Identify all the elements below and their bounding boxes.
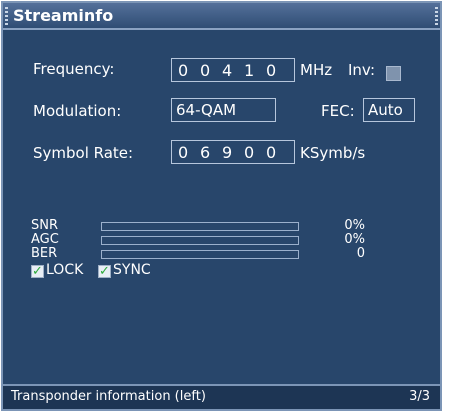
frequency-label: Frequency: [33,60,115,78]
symbol-rate-digit: 0 [244,142,255,162]
lock-check-icon: ✓ [31,264,44,279]
lock-label: LOCK [46,262,84,278]
ber-label: BER [31,246,58,261]
fec-field[interactable]: Auto [363,98,415,122]
snr-bar [101,222,299,231]
left-grip-icon [5,7,8,25]
inversion-label: Inv: [348,61,376,79]
symbol-rate-digit: 0 [266,142,277,162]
modulation-field[interactable]: 64-QAM [171,98,276,122]
ber-bar [101,250,299,259]
frequency-digit: 1 [244,60,255,80]
snr-label: SNR [31,218,59,233]
symbol-rate-unit: KSymb/s [300,144,366,162]
symbol-rate-digit: 9 [222,142,233,162]
snr-value: 0% [344,218,365,233]
frequency-digit: 4 [222,60,233,80]
modulation-label: Modulation: [33,102,122,120]
sync-label: SYNC [113,262,151,278]
agc-label: AGC [31,232,59,247]
symbol-rate-digit: 6 [200,142,211,162]
fec-label: FEC: [321,102,355,120]
status-bar: Transponder information (left) 3/3 [3,384,440,409]
page-indicator: 3/3 [409,389,430,404]
frequency-digit: 0 [178,60,189,80]
frequency-digit: 0 [266,60,277,80]
title-bar: Streaminfo [3,3,440,30]
sync-check-icon: ✓ [98,264,111,279]
symbol-rate-digit: 0 [178,142,189,162]
symbol-rate-field[interactable]: 0 6 9 0 0 [171,140,295,164]
agc-value: 0% [344,232,365,247]
symbol-rate-label: Symbol Rate: [33,144,134,162]
frequency-digit: 0 [200,60,211,80]
agc-bar [101,236,299,245]
streaminfo-window: Streaminfo Frequency: 0 0 4 1 0 MHz Inv:… [1,1,442,411]
ber-value: 0 [356,246,365,261]
window-title: Streaminfo [13,6,114,25]
inversion-checkbox[interactable] [386,66,401,81]
footer-info-text: Transponder information (left) [11,389,206,404]
right-grip-icon [435,7,438,25]
frequency-field[interactable]: 0 0 4 1 0 [171,58,295,82]
frequency-unit: MHz [300,61,333,79]
